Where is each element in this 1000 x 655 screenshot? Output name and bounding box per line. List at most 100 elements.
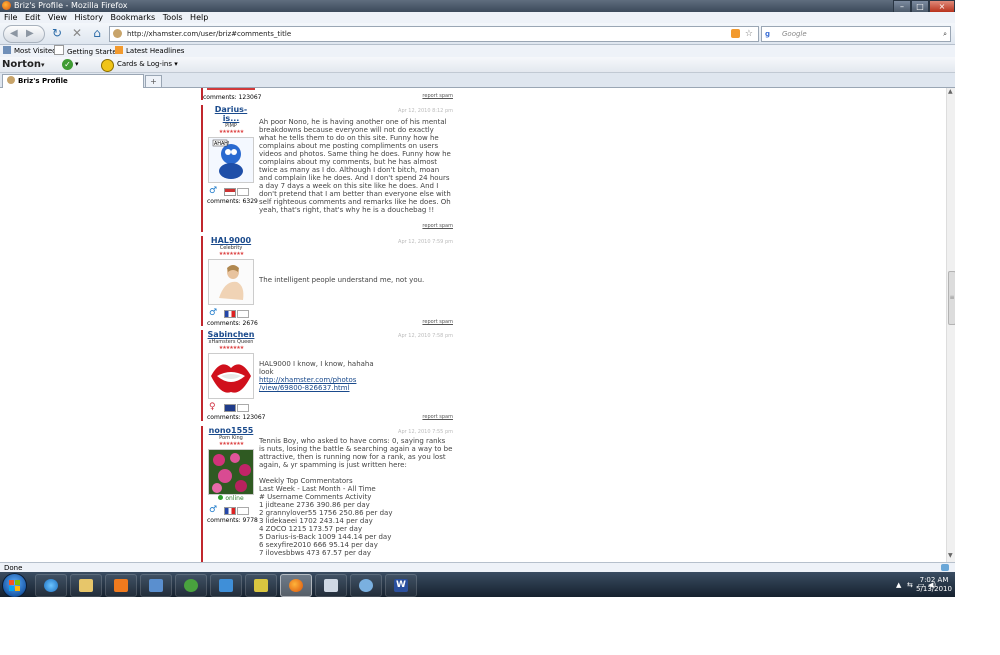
author-badges: ♂ xyxy=(207,186,255,196)
menu-tools[interactable]: Tools xyxy=(163,13,183,22)
report-spam-link[interactable]: report spam xyxy=(422,93,453,99)
norton-menu[interactable]: Norton▾ xyxy=(2,57,44,73)
bookmarks-toolbar: Most Visited Getting Started Latest Head… xyxy=(0,45,955,57)
report-spam-link[interactable]: report spam xyxy=(422,223,453,229)
control-panel-icon xyxy=(149,579,163,592)
taskbar-media-player[interactable] xyxy=(105,574,137,597)
norton-safe-check-icon[interactable]: ✓ xyxy=(62,59,73,70)
rank-stars: ★★★★★★★ xyxy=(218,345,244,351)
avatar-flowers-icon xyxy=(209,450,253,494)
message-icon[interactable] xyxy=(237,188,249,196)
new-tab-button[interactable]: + xyxy=(145,75,162,88)
bookmark-star-icon[interactable]: ☆ xyxy=(745,27,753,41)
avatar[interactable] xyxy=(208,353,254,399)
menu-edit[interactable]: Edit xyxy=(25,13,41,22)
norton-label: Norton xyxy=(2,59,41,70)
firefox-icon xyxy=(289,579,303,592)
taskbar-firefox[interactable] xyxy=(280,574,312,597)
message-icon[interactable] xyxy=(237,507,249,515)
site-favicon xyxy=(113,29,122,38)
author-badges: ♂ xyxy=(207,505,255,515)
system-clock[interactable]: 7:02 AM 5/13/2010 xyxy=(914,576,954,594)
network-icon[interactable]: ⇆ xyxy=(907,581,913,589)
status-addon-icon[interactable] xyxy=(941,564,949,571)
taskbar-app-10[interactable] xyxy=(350,574,382,597)
comment-link[interactable]: http://xhamster.com/photos xyxy=(259,376,453,384)
comment-link[interactable]: /view/69800-826637.html xyxy=(259,384,453,392)
search-bar[interactable]: g Google ⌕ xyxy=(761,26,951,42)
avatar[interactable] xyxy=(208,449,254,495)
commentators-header: # Username Comments Activity xyxy=(259,493,372,501)
female-icon: ♀ xyxy=(209,402,216,412)
url-text: http://xhamster.com/user/briz#comments_t… xyxy=(127,30,292,38)
rank-stars: ★★★★★★★ xyxy=(218,129,244,135)
comment-partial: comments: 123067 report spam xyxy=(201,88,455,101)
menu-help[interactable]: Help xyxy=(190,13,208,22)
online-label: online xyxy=(225,495,244,502)
title-bar: Briz's Profile - Mozilla Firefox – □ × xyxy=(0,0,955,13)
author-badges: ♀ xyxy=(207,402,255,412)
rss-icon[interactable] xyxy=(731,29,740,38)
author-name[interactable]: Sabinchen xyxy=(207,330,255,339)
male-icon: ♂ xyxy=(209,505,218,515)
forward-button[interactable]: ▶ xyxy=(26,26,34,42)
country-flag-icon xyxy=(224,310,236,318)
cards-logins-menu[interactable]: Cards & Log-ins ▾ xyxy=(117,57,178,72)
author-badges: ♂ xyxy=(207,308,255,318)
comment-body: HAL9000 I know, I know, hahaha look http… xyxy=(259,360,453,392)
scrollbar-thumb[interactable]: ≡ xyxy=(948,271,955,325)
menu-history[interactable]: History xyxy=(75,13,103,22)
svg-text:AHAH!: AHAH! xyxy=(214,141,229,147)
search-icon[interactable]: ⌕ xyxy=(943,27,947,41)
commentators-row: 6 sexyfire2010 666 95.14 per day xyxy=(259,541,378,549)
bookmark-most-visited[interactable]: Most Visited xyxy=(3,45,57,57)
taskbar-ie[interactable] xyxy=(35,574,67,597)
taskbar-word[interactable]: W xyxy=(385,574,417,597)
menu-file[interactable]: File xyxy=(4,13,17,22)
avatar[interactable] xyxy=(208,259,254,305)
comment-count: comments: 9778 xyxy=(207,517,258,524)
back-forward-group: ◀ ▶ xyxy=(3,25,45,43)
author-name[interactable]: HAL9000 xyxy=(207,236,255,245)
taskbar-app-4[interactable] xyxy=(140,574,172,597)
report-spam-link[interactable]: report spam xyxy=(422,414,453,420)
chevron-down-icon[interactable]: ▾ xyxy=(75,57,79,72)
firefox-window: Briz's Profile - Mozilla Firefox – □ × F… xyxy=(0,0,955,597)
taskbar-app-7[interactable] xyxy=(245,574,277,597)
avatar[interactable]: AHAH! xyxy=(208,137,254,183)
back-button[interactable]: ◀ xyxy=(10,26,18,42)
mail-icon xyxy=(324,579,338,592)
tab-briz-profile[interactable]: Briz's Profile xyxy=(2,74,144,88)
commentators-title: Weekly Top Commentators xyxy=(259,477,353,485)
taskbar-explorer[interactable] xyxy=(70,574,102,597)
taskbar-app-6[interactable] xyxy=(210,574,242,597)
comment-item: Apr 12, 2010 7:59 pm HAL9000 Celebrity ★… xyxy=(201,236,455,327)
home-icon[interactable]: ⌂ xyxy=(90,26,104,40)
commentators-row: 4 ZOCO 1215 173.57 per day xyxy=(259,525,363,533)
window-icon xyxy=(219,579,233,592)
vertical-scrollbar[interactable]: ▲ ≡ ▼ xyxy=(946,88,955,562)
page-icon xyxy=(54,45,64,55)
comment-text: The intelligent people understand me, no… xyxy=(259,276,425,284)
stop-icon[interactable]: ✕ xyxy=(70,26,84,40)
message-icon[interactable] xyxy=(237,310,249,318)
url-bar[interactable]: http://xhamster.com/user/briz#comments_t… xyxy=(109,26,759,42)
taskbar-app-9[interactable] xyxy=(315,574,347,597)
scroll-up-icon[interactable]: ▲ xyxy=(948,88,953,95)
scroll-down-icon[interactable]: ▼ xyxy=(948,552,953,559)
reload-icon[interactable]: ↻ xyxy=(50,26,64,40)
message-icon[interactable] xyxy=(237,404,249,412)
network-app-icon xyxy=(359,579,373,592)
start-button[interactable] xyxy=(2,573,27,597)
menu-view[interactable]: View xyxy=(48,13,67,22)
google-engine-icon[interactable]: g xyxy=(765,27,770,41)
bookmark-latest-headlines[interactable]: Latest Headlines xyxy=(115,45,184,57)
report-spam-link[interactable]: report spam xyxy=(422,319,453,325)
show-hidden-icons-icon[interactable]: ▲ xyxy=(896,581,901,589)
comment-text-line: look xyxy=(259,368,274,376)
taskbar-messenger[interactable] xyxy=(175,574,207,597)
author-name[interactable]: Darius-is... xyxy=(207,105,255,123)
comment-date: Apr 12, 2010 8:12 pm xyxy=(398,108,453,114)
author-name[interactable]: nono1555 xyxy=(207,426,255,435)
menu-bookmarks[interactable]: Bookmarks xyxy=(111,13,156,22)
